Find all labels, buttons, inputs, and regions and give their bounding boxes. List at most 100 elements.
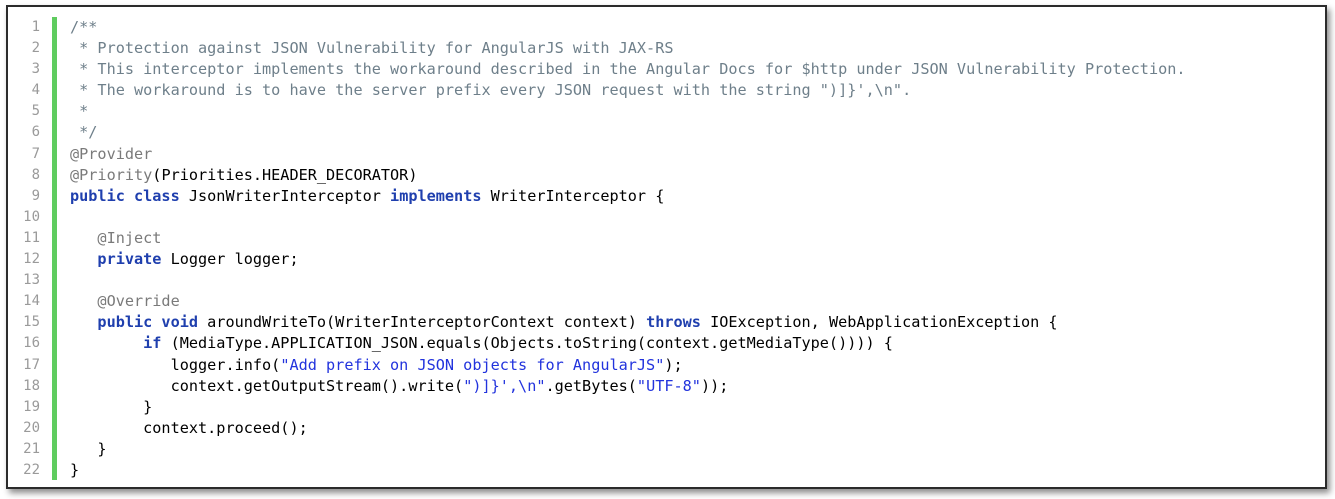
line-number: 19 (23, 398, 40, 415)
line-number: 2 (31, 40, 40, 57)
line-number: 9 (31, 187, 40, 204)
line-number: 3 (31, 61, 40, 78)
code-text: * Protection against JSON Vulnerability … (70, 38, 673, 59)
code-line[interactable]: 22} (8, 460, 1325, 481)
code-line[interactable]: 21 } (8, 439, 1325, 460)
code-token: * The workaround is to have the server p… (70, 81, 912, 100)
code-token: context.getOutputStream().write( (70, 376, 464, 395)
code-line[interactable]: 1 /** (8, 17, 1325, 38)
code-line[interactable]: 6 */ (8, 122, 1325, 143)
code-line[interactable]: 8 @Priority(Priorities.HEADER_DECORATOR) (8, 165, 1325, 186)
code-token: * Protection against JSON Vulnerability … (70, 39, 674, 58)
line-number: 17 (23, 356, 40, 373)
code-line[interactable]: 16 if (MediaType.APPLICATION_JSON.equals… (8, 333, 1325, 354)
line-number: 10 (23, 208, 40, 225)
code-text: public class JsonWriterInterceptor imple… (70, 186, 664, 207)
code-line[interactable]: 19 } (8, 397, 1325, 418)
code-token: ); (664, 355, 683, 374)
code-token: */ (70, 123, 98, 142)
code-line[interactable]: 9 public class JsonWriterInterceptor impl… (8, 186, 1325, 207)
code-line[interactable]: 4 * The workaround is to have the server… (8, 80, 1325, 101)
code-token: Logger logger; (161, 250, 299, 269)
code-token: context.proceed(); (70, 418, 308, 437)
line-number: 12 (23, 251, 40, 268)
code-line[interactable]: 5 * (8, 101, 1325, 122)
code-token: * This interceptor implements the workar… (70, 60, 1186, 79)
code-token: } (70, 460, 80, 479)
line-number: 15 (23, 314, 40, 331)
code-text: * (70, 101, 88, 122)
line-number: 11 (23, 229, 40, 246)
code-line[interactable]: 2 * Protection against JSON Vulnerabilit… (8, 38, 1325, 59)
code-line[interactable]: 18 context.getOutputStream().write(")]}'… (8, 376, 1325, 397)
code-token: @Override (70, 292, 180, 311)
code-line[interactable]: 10 (8, 207, 1325, 228)
code-line[interactable]: 15 public void aroundWriteTo(WriterInter… (8, 312, 1325, 333)
code-text: * This interceptor implements the workar… (70, 59, 1186, 80)
code-token: } (70, 397, 153, 416)
code-token: WriterInterceptor { (481, 186, 665, 205)
code-token: (Priorities.HEADER_DECORATOR) (152, 165, 418, 184)
line-number: 16 (23, 335, 40, 352)
line-number: 5 (31, 103, 40, 120)
code-token: .getBytes( (545, 376, 637, 395)
code-token: "Add prefix on JSON objects for AngularJ… (280, 355, 665, 374)
line-number: 18 (23, 377, 40, 394)
code-text: public void aroundWriteTo(WriterIntercep… (70, 312, 1058, 333)
code-text: * The workaround is to have the server p… (70, 80, 911, 101)
code-token: "UTF-8" (636, 376, 701, 395)
code-line[interactable]: 3 * This interceptor implements the work… (8, 59, 1325, 80)
code-text: */ (70, 122, 97, 143)
code-line[interactable]: 20 context.proceed(); (8, 418, 1325, 439)
line-number: 13 (23, 272, 40, 289)
code-text: @Provider (70, 144, 152, 165)
code-token: if (70, 334, 162, 353)
line-number: 8 (31, 166, 40, 183)
code-token: /** (70, 18, 98, 36)
code-text: /** (70, 17, 97, 38)
code-token: ")]}',\n" (463, 376, 546, 395)
code-token: * (70, 102, 89, 121)
line-number: 4 (31, 82, 40, 99)
code-line[interactable]: 7 @Provider (8, 144, 1325, 165)
line-number: 7 (31, 145, 40, 162)
code-text: context.getOutputStream().write(")]}',\n… (70, 376, 729, 397)
code-token: logger.info( (70, 355, 281, 374)
code-token: IOException, WebApplicationException { (700, 313, 1058, 332)
code-token: )); (700, 376, 729, 395)
line-number: 1 (31, 19, 40, 35)
code-token: (MediaType.APPLICATION_JSON.equals(Objec… (161, 334, 893, 353)
code-token: @Provider (70, 144, 153, 163)
code-token: private (70, 250, 162, 269)
code-lines[interactable]: 1 /** 2 * Protection against JSON Vulnerab… (8, 17, 1325, 481)
code-editor[interactable]: 1 /** 2 * Protection against JSON Vulnerab… (6, 5, 1327, 489)
code-token: @Inject (70, 228, 162, 247)
code-text: @Priority(Priorities.HEADER_DECORATOR) (70, 165, 417, 186)
code-token: @Priority (70, 165, 153, 184)
code-text: @Override (70, 291, 180, 312)
line-number: 6 (31, 124, 40, 141)
code-line[interactable]: 14 @Override (8, 291, 1325, 312)
line-number: 14 (23, 293, 40, 310)
code-token: } (70, 439, 107, 458)
code-token: public class (70, 186, 180, 205)
code-text: } (70, 397, 152, 418)
code-text: } (70, 439, 107, 460)
line-number: 21 (23, 440, 40, 457)
code-token: aroundWriteTo(WriterInterceptorContext c… (198, 313, 647, 332)
code-line[interactable]: 12 private Logger logger; (8, 249, 1325, 270)
code-line[interactable]: 13 (8, 270, 1325, 291)
code-token: implements (390, 186, 482, 205)
code-text: @Inject (70, 228, 161, 249)
code-text: private Logger logger; (70, 249, 299, 270)
code-token: throws (646, 313, 701, 332)
code-text: if (MediaType.APPLICATION_JSON.equals(Ob… (70, 333, 893, 354)
line-number: 20 (23, 419, 40, 436)
code-token: JsonWriterInterceptor (179, 186, 391, 205)
code-text: logger.info("Add prefix on JSON objects … (70, 355, 683, 376)
code-token: public void (70, 313, 199, 332)
code-line[interactable]: 17 logger.info("Add prefix on JSON objec… (8, 355, 1325, 376)
code-text: } (70, 460, 79, 481)
code-line[interactable]: 11 @Inject (8, 228, 1325, 249)
code-text: context.proceed(); (70, 418, 308, 439)
